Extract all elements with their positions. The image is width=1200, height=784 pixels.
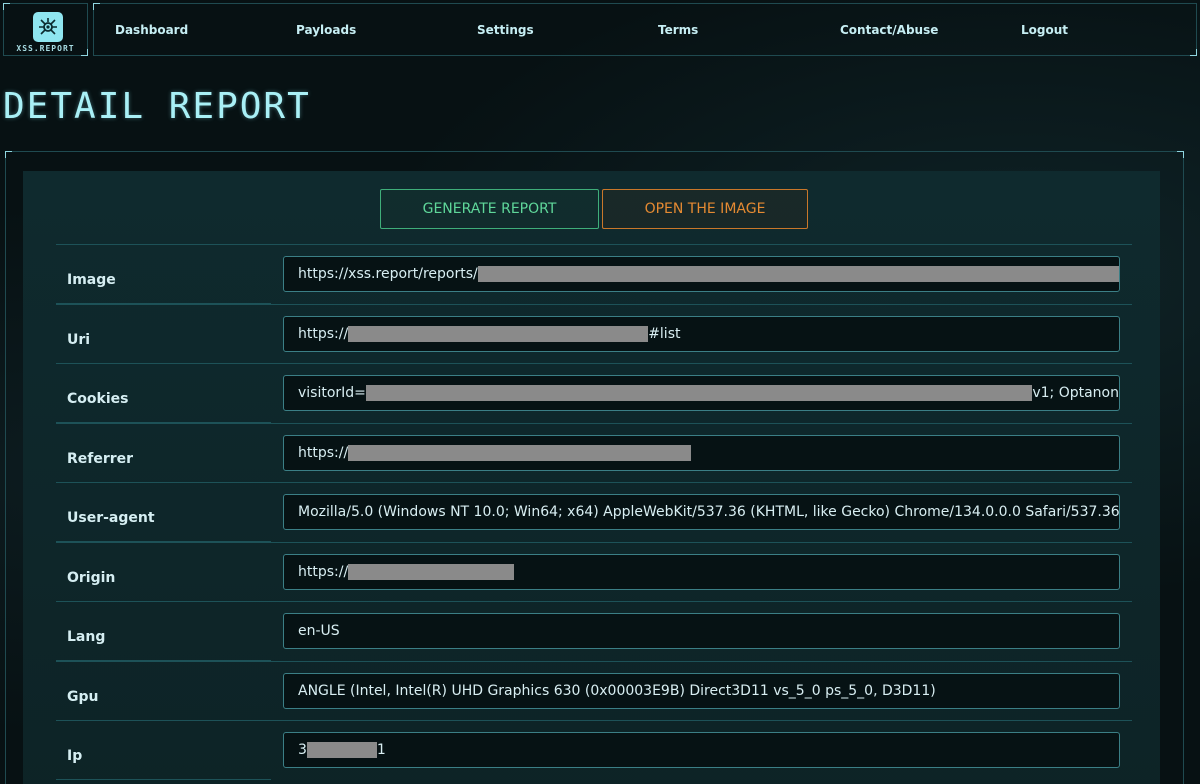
- redaction-bar: [348, 325, 649, 342]
- field-label: Referrer: [67, 450, 134, 467]
- nav-contact-abuse[interactable]: Contact/Abuse: [840, 23, 938, 37]
- nav-terms[interactable]: Terms: [658, 23, 698, 37]
- field-label: Image: [67, 272, 116, 288]
- row-divider: [56, 601, 1132, 602]
- field-label: Ip: [67, 748, 83, 764]
- row-divider: [56, 660, 1132, 662]
- field-value-user-agent[interactable]: Mozilla/5.0 (Windows NT 10.0; Win64; x64…: [283, 494, 1120, 530]
- row-divider: [56, 422, 1132, 424]
- field-value-ip[interactable]: 31: [283, 732, 1120, 768]
- field-row-gpu: Gpu ANGLE (Intel, Intel(R) UHD Graphics 6…: [56, 660, 1132, 721]
- row-divider: [56, 303, 1132, 305]
- field-row-referrer: Referrer https://: [56, 422, 1132, 483]
- field-label: User-agent: [67, 510, 155, 526]
- logo-text: XSS.REPORT: [16, 44, 75, 53]
- field-value-prefix: https://: [298, 444, 349, 461]
- open-image-button[interactable]: OPEN THE IMAGE: [602, 189, 808, 229]
- field-label: Gpu: [67, 688, 99, 705]
- redaction-bar: [365, 385, 1033, 401]
- field-row-image: Image https://xss.report/reports/: [56, 244, 1132, 304]
- field-row-ip: Ip 3 1: [56, 720, 1132, 780]
- field-value-prefix: 3: [298, 742, 307, 758]
- page-title: DETAIL REPORT: [3, 86, 311, 127]
- field-value-cookies[interactable]: visitorId= v1; Optanon: [283, 375, 1120, 411]
- field-row-lang: Lang en-US: [56, 601, 1132, 661]
- row-divider: [56, 720, 1132, 721]
- row-divider: [56, 363, 1132, 364]
- redaction-bar: [477, 266, 1119, 282]
- redaction-bar: [348, 444, 692, 461]
- field-row-cookies: Cookies visitorId= v1; Optanon: [56, 363, 1132, 423]
- field-value-origin[interactable]: https://: [283, 553, 1120, 590]
- main-nav: Dashboard Payloads Settings Terms Contac…: [93, 3, 1197, 56]
- field-value-image[interactable]: https://xss.report/reports/: [283, 256, 1120, 292]
- field-row-user-agent: User-agent Mozilla/5.0 (Windows NT 10.0; …: [56, 482, 1132, 542]
- field-value-suffix: v1; Optanon: [1032, 385, 1119, 401]
- nav-settings[interactable]: Settings: [477, 23, 534, 37]
- generate-report-button[interactable]: GENERATE REPORT: [380, 189, 599, 229]
- field-value-lang[interactable]: en-US: [283, 613, 1120, 649]
- field-label: Uri: [67, 331, 91, 348]
- field-row-origin: Origin https://: [56, 541, 1132, 602]
- bug-logo-icon: [33, 12, 63, 42]
- logo[interactable]: XSS.REPORT: [3, 3, 88, 56]
- row-divider: [56, 541, 1132, 543]
- redaction-bar: [306, 742, 377, 758]
- field-row-uri: Uri https:// #list: [56, 303, 1132, 364]
- nav-payloads[interactable]: Payloads: [296, 23, 356, 37]
- field-label: Cookies: [67, 391, 129, 407]
- field-value-suffix: #list: [648, 325, 681, 342]
- row-divider: [56, 244, 1132, 245]
- field-value-prefix: en-US: [298, 623, 340, 639]
- field-label: Lang: [67, 629, 106, 645]
- page: XSS.REPORT Dashboard Payloads Settings T…: [0, 0, 1200, 784]
- field-value-suffix: 1: [376, 742, 386, 758]
- redaction-bar: [348, 563, 515, 580]
- field-value-referrer[interactable]: https://: [283, 434, 1120, 471]
- field-value-prefix: visitorId=: [298, 385, 366, 401]
- field-value-prefix: ANGLE (Intel, Intel(R) UHD Graphics 630 …: [298, 682, 936, 699]
- field-label: Origin: [67, 569, 116, 586]
- field-value-uri[interactable]: https:// #list: [283, 315, 1120, 352]
- field-value-gpu[interactable]: ANGLE (Intel, Intel(R) UHD Graphics 630 …: [283, 672, 1120, 709]
- field-value-prefix: https://: [298, 563, 349, 580]
- label-underline: [56, 779, 271, 780]
- field-value-prefix: Mozilla/5.0 (Windows NT 10.0; Win64; x64…: [298, 504, 1120, 520]
- field-value-prefix: https://: [298, 325, 349, 342]
- nav-dashboard[interactable]: Dashboard: [115, 23, 188, 37]
- nav-logout[interactable]: Logout: [1021, 23, 1068, 37]
- row-divider: [56, 482, 1132, 483]
- field-value-prefix: https://xss.report/reports/: [298, 266, 478, 282]
